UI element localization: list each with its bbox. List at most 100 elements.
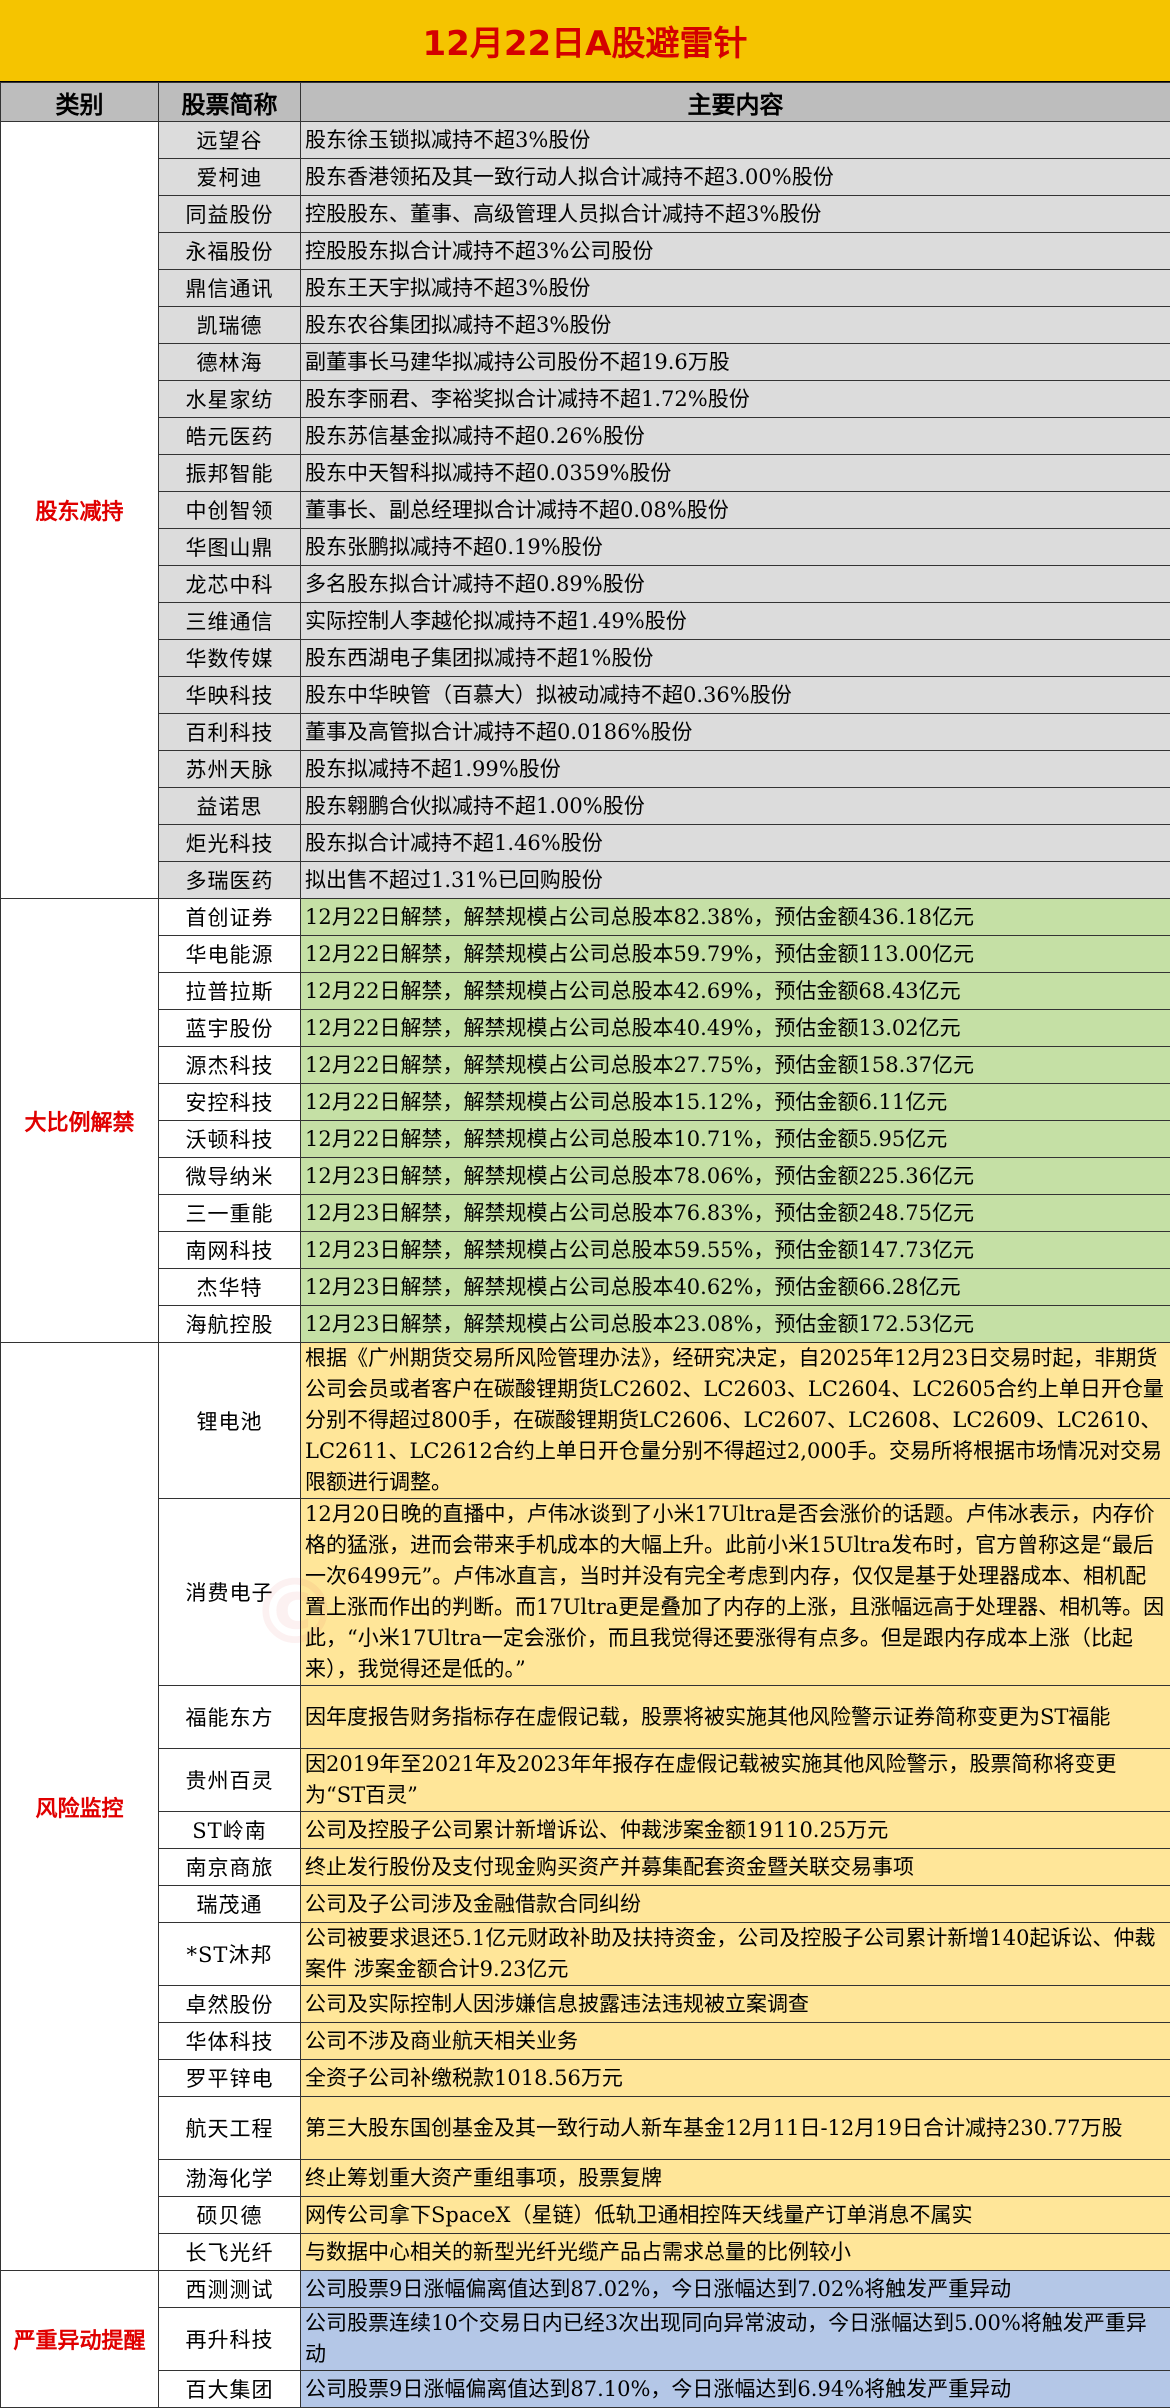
table-row: 中创智领董事长、副总经理拟合计减持不超0.08%股份 [1, 492, 1170, 529]
content-cell: 12月22日解禁，解禁规模占公司总股本15.12%，预估金额6.11亿元 [301, 1084, 1170, 1121]
table-row: 凯瑞德股东农谷集团拟减持不超3%股份 [1, 307, 1170, 344]
stock-name-cell: 蓝宇股份 [159, 1010, 301, 1047]
content-cell: 12月22日解禁，解禁规模占公司总股本42.69%，预估金额68.43亿元 [301, 973, 1170, 1010]
category-unlock: 大比例解禁 [1, 899, 159, 1343]
content-cell: 股东李丽君、李裕奖拟合计减持不超1.72%股份 [301, 381, 1170, 418]
stock-name-cell: 水星家纺 [159, 381, 301, 418]
content-cell: 终止筹划重大资产重组事项，股票复牌 [301, 2160, 1170, 2197]
content-cell: 12月23日解禁，解禁规模占公司总股本23.08%，预估金额172.53亿元 [301, 1306, 1170, 1343]
table-row: 爱柯迪股东香港领拓及其一致行动人拟合计减持不超3.00%股份 [1, 159, 1170, 196]
table-row: 福能东方因年度报告财务指标存在虚假记载，股票将被实施其他风险警示证券简称变更为S… [1, 1686, 1170, 1749]
page-title: 12月22日A股避雷针 [0, 0, 1170, 82]
table-row: 再升科技公司股票连续10个交易日内已经3次出现同向异常波动，今日涨幅达到5.00… [1, 2308, 1170, 2371]
stock-name-cell: *ST沐邦 [159, 1923, 301, 1986]
content-cell: 公司不涉及商业航天相关业务 [301, 2023, 1170, 2060]
content-cell: 股东农谷集团拟减持不超3%股份 [301, 307, 1170, 344]
table-row: 水星家纺股东李丽君、李裕奖拟合计减持不超1.72%股份 [1, 381, 1170, 418]
stock-name-cell: 卓然股份 [159, 1986, 301, 2023]
content-cell: 12月23日解禁，解禁规模占公司总股本78.06%，预估金额225.36亿元 [301, 1158, 1170, 1195]
table-row: 渤海化学终止筹划重大资产重组事项，股票复牌 [1, 2160, 1170, 2197]
table-row: 严重异动提醒西测测试公司股票9日涨幅偏离值达到87.02%，今日涨幅达到7.02… [1, 2271, 1170, 2308]
content-cell: 12月20日晚的直播中，卢伟冰谈到了小米17Ultra是否会涨价的话题。卢伟冰表… [301, 1499, 1170, 1686]
content-cell: 根据《广州期货交易所风险管理办法》，经研究决定，自2025年12月23日交易时起… [301, 1343, 1170, 1499]
stock-name-cell: 海航控股 [159, 1306, 301, 1343]
stock-name-cell: 爱柯迪 [159, 159, 301, 196]
content-cell: 实际控制人李越伦拟减持不超1.49%股份 [301, 603, 1170, 640]
content-cell: 股东中华映管（百慕大）拟被动减持不超0.36%股份 [301, 677, 1170, 714]
content-cell: 股东王天宇拟减持不超3%股份 [301, 270, 1170, 307]
table-row: 股东减持远望谷股东徐玉锁拟减持不超3%股份 [1, 122, 1170, 159]
table-row: 永福股份控股股东拟合计减持不超3%公司股份 [1, 233, 1170, 270]
content-cell: 12月22日解禁，解禁规模占公司总股本40.49%，预估金额13.02亿元 [301, 1010, 1170, 1047]
table-row: 华映科技股东中华映管（百慕大）拟被动减持不超0.36%股份 [1, 677, 1170, 714]
stock-name-cell: 华映科技 [159, 677, 301, 714]
content-cell: 股东徐玉锁拟减持不超3%股份 [301, 122, 1170, 159]
content-cell: 股东香港领拓及其一致行动人拟合计减持不超3.00%股份 [301, 159, 1170, 196]
stock-name-cell: 多瑞医药 [159, 862, 301, 899]
stock-name-cell: 远望谷 [159, 122, 301, 159]
content-cell: 拟出售不超过1.31%已回购股份 [301, 862, 1170, 899]
content-cell: 12月22日解禁，解禁规模占公司总股本27.75%，预估金额158.37亿元 [301, 1047, 1170, 1084]
table-row: 蓝宇股份12月22日解禁，解禁规模占公司总股本40.49%，预估金额13.02亿… [1, 1010, 1170, 1047]
table-row: 苏州天脉股东拟减持不超1.99%股份 [1, 751, 1170, 788]
table-row: 益诺思股东翱鹏合伙拟减持不超1.00%股份 [1, 788, 1170, 825]
table-row: 消费电子12月20日晚的直播中，卢伟冰谈到了小米17Ultra是否会涨价的话题。… [1, 1499, 1170, 1686]
stock-name-cell: 南京商旅 [159, 1849, 301, 1886]
content-cell: 股东拟减持不超1.99%股份 [301, 751, 1170, 788]
stock-name-cell: 消费电子 [159, 1499, 301, 1686]
stock-name-cell: 三一重能 [159, 1195, 301, 1232]
stock-name-cell: 贵州百灵 [159, 1749, 301, 1812]
stock-name-cell: 锂电池 [159, 1343, 301, 1499]
table-row: 硕贝德网传公司拿下SpaceX（星链）低轨卫通相控阵天线量产订单消息不属实 [1, 2197, 1170, 2234]
content-cell: 股东西湖电子集团拟减持不超1%股份 [301, 640, 1170, 677]
stock-name-cell: 首创证券 [159, 899, 301, 936]
stock-name-cell: 百大集团 [159, 2371, 301, 2408]
category-reduce: 股东减持 [1, 122, 159, 899]
content-cell: 董事及高管拟合计减持不超0.0186%股份 [301, 714, 1170, 751]
stock-name-cell: 益诺思 [159, 788, 301, 825]
stock-name-cell: 凯瑞德 [159, 307, 301, 344]
stock-name-cell: 华体科技 [159, 2023, 301, 2060]
stock-name-cell: 源杰科技 [159, 1047, 301, 1084]
stock-name-cell: 西测测试 [159, 2271, 301, 2308]
table-row: 罗平锌电全资子公司补缴税款1018.56万元 [1, 2060, 1170, 2097]
content-cell: 股东苏信基金拟减持不超0.26%股份 [301, 418, 1170, 455]
stock-name-cell: 百利科技 [159, 714, 301, 751]
content-cell: 网传公司拿下SpaceX（星链）低轨卫通相控阵天线量产订单消息不属实 [301, 2197, 1170, 2234]
stock-name-cell: 华电能源 [159, 936, 301, 973]
header-category: 类别 [1, 83, 159, 122]
table-row: 龙芯中科多名股东拟合计减持不超0.89%股份 [1, 566, 1170, 603]
stock-name-cell: 安控科技 [159, 1084, 301, 1121]
content-cell: 12月23日解禁，解禁规模占公司总股本40.62%，预估金额66.28亿元 [301, 1269, 1170, 1306]
stock-alert-table: 类别 股票简称 主要内容 股东减持远望谷股东徐玉锁拟减持不超3%股份爱柯迪股东香… [0, 82, 1170, 2408]
content-cell: 股东拟合计减持不超1.46%股份 [301, 825, 1170, 862]
stock-name-cell: 长飞光纤 [159, 2234, 301, 2271]
stock-name-cell: 沃顿科技 [159, 1121, 301, 1158]
content-cell: 12月22日解禁，解禁规模占公司总股本82.38%，预估金额436.18亿元 [301, 899, 1170, 936]
stock-name-cell: 皓元医药 [159, 418, 301, 455]
content-cell: 股东张鹏拟减持不超0.19%股份 [301, 529, 1170, 566]
stock-name-cell: 渤海化学 [159, 2160, 301, 2197]
content-cell: 公司及实际控制人因涉嫌信息披露违法违规被立案调查 [301, 1986, 1170, 2023]
content-cell: 因2019年至2021年及2023年年报存在虚假记载被实施其他风险警示，股票简称… [301, 1749, 1170, 1812]
stock-name-cell: 同益股份 [159, 196, 301, 233]
table-row: 炬光科技股东拟合计减持不超1.46%股份 [1, 825, 1170, 862]
stock-name-cell: 鼎信通讯 [159, 270, 301, 307]
table-header-row: 类别 股票简称 主要内容 [1, 83, 1170, 122]
stock-name-cell: 华数传媒 [159, 640, 301, 677]
stock-name-cell: 龙芯中科 [159, 566, 301, 603]
stock-name-cell: 炬光科技 [159, 825, 301, 862]
table-row: 南网科技12月23日解禁，解禁规模占公司总股本59.55%，预估金额147.73… [1, 1232, 1170, 1269]
content-cell: 终止发行股份及支付现金购买资产并募集配套资金暨关联交易事项 [301, 1849, 1170, 1886]
stock-name-cell: 华图山鼎 [159, 529, 301, 566]
stock-name-cell: 福能东方 [159, 1686, 301, 1749]
table-row: 长飞光纤与数据中心相关的新型光纤光缆产品占需求总量的比例较小 [1, 2234, 1170, 2271]
stock-name-cell: 三维通信 [159, 603, 301, 640]
stock-name-cell: 硕贝德 [159, 2197, 301, 2234]
content-cell: 全资子公司补缴税款1018.56万元 [301, 2060, 1170, 2097]
stock-name-cell: 拉普拉斯 [159, 973, 301, 1010]
table-row: 瑞茂通公司及子公司涉及金融借款合同纠纷 [1, 1886, 1170, 1923]
content-cell: 控股股东、董事、高级管理人员拟合计减持不超3%股份 [301, 196, 1170, 233]
table-row: 微导纳米12月23日解禁，解禁规模占公司总股本78.06%，预估金额225.36… [1, 1158, 1170, 1195]
table-row: 卓然股份公司及实际控制人因涉嫌信息披露违法违规被立案调查 [1, 1986, 1170, 2023]
